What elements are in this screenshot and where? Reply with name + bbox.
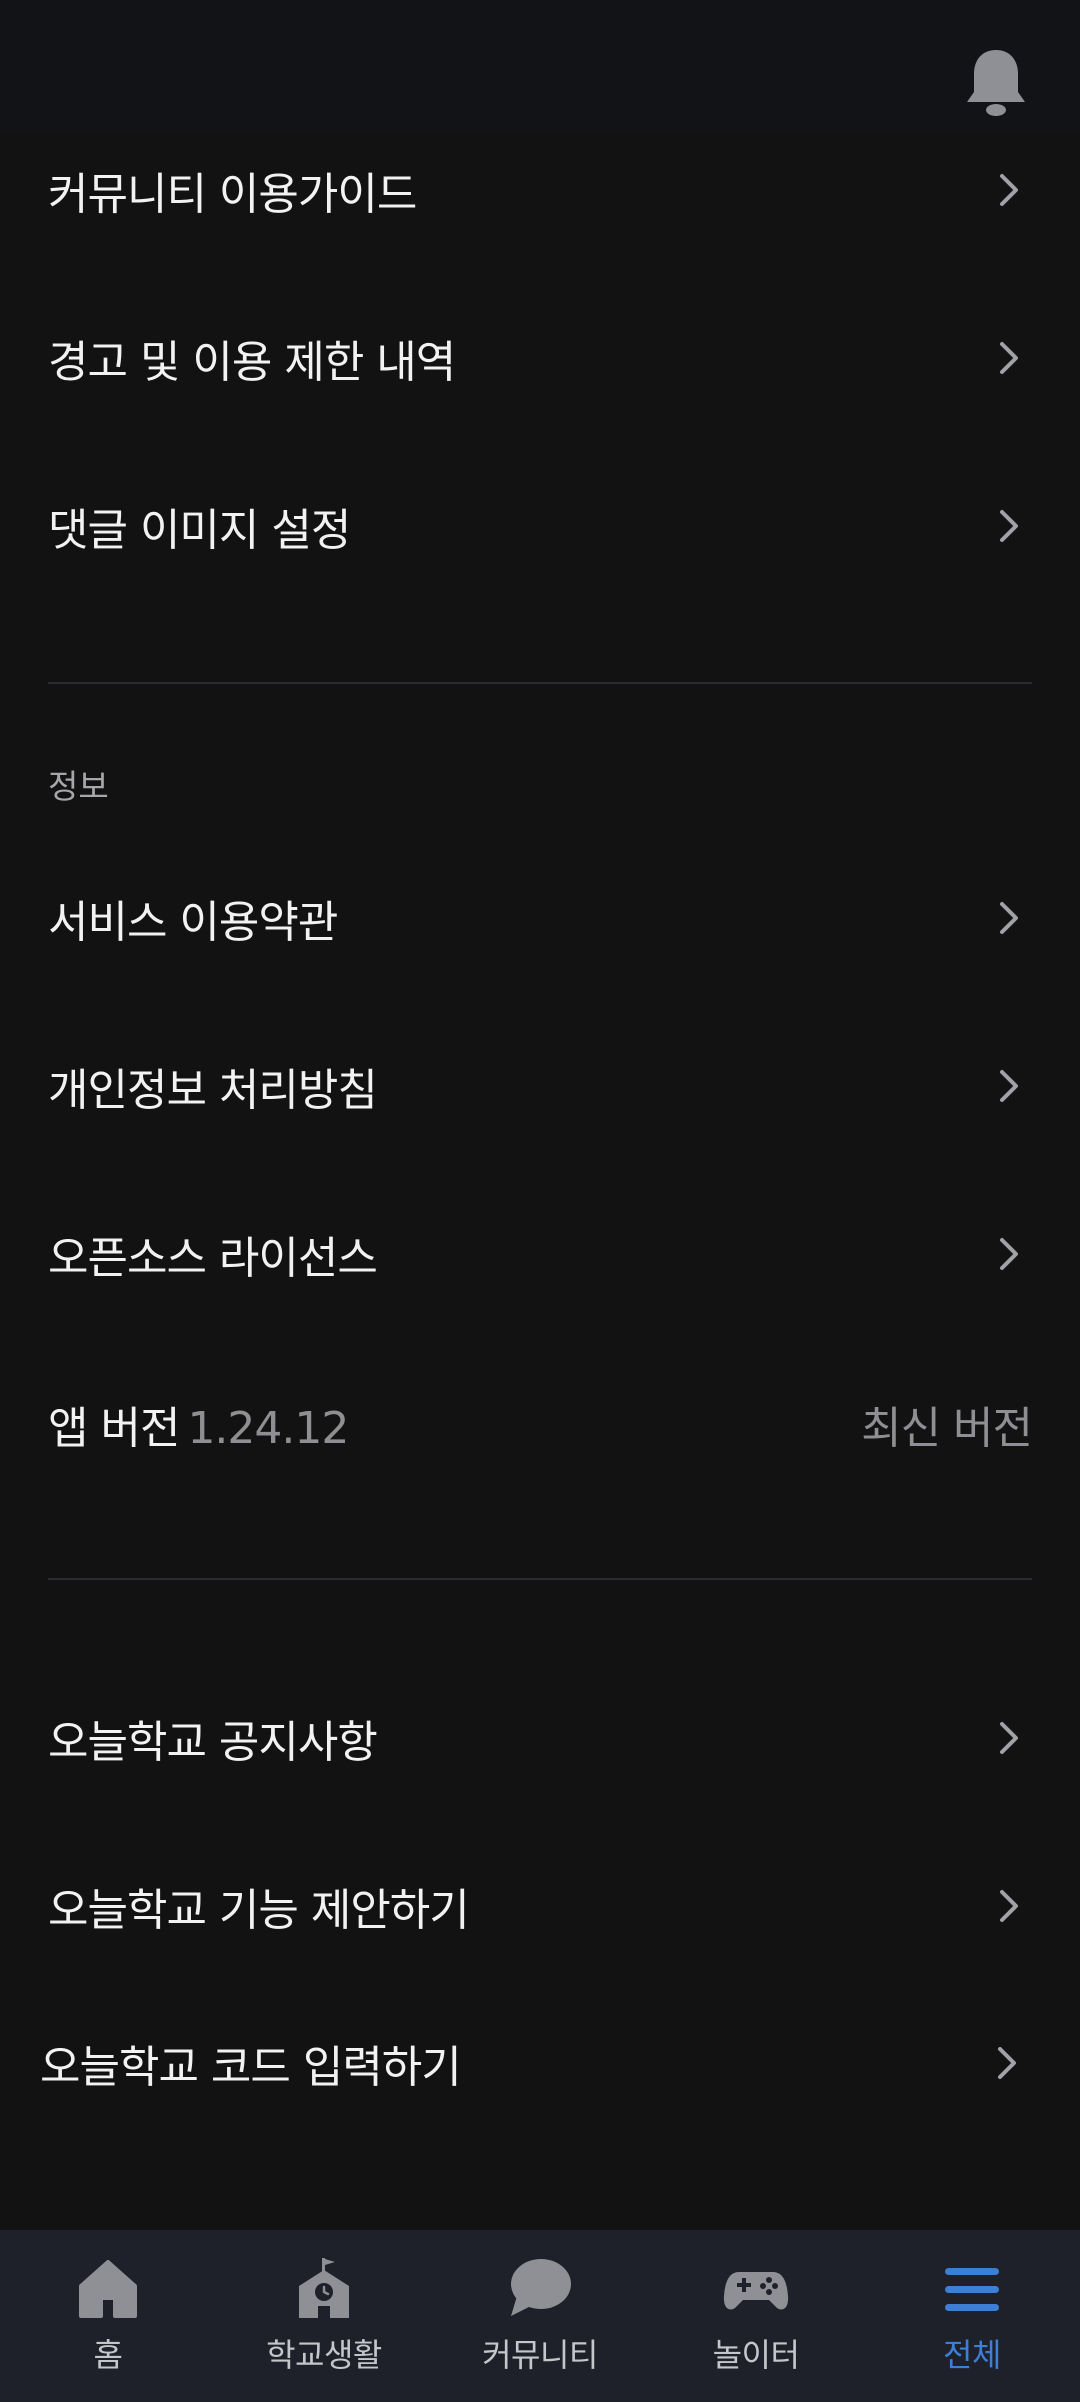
tab-home[interactable]: 홈: [0, 2230, 216, 2402]
menu-item-suggest-feature[interactable]: 오늘학교 기능 제안하기: [0, 1846, 1080, 1966]
menu-item-label: 커뮤니티 이용가이드: [48, 169, 417, 220]
menu-icon: [945, 2268, 999, 2311]
menu-item-label: 개인정보 처리방침: [48, 1065, 378, 1116]
version-label-text: 앱 버전: [48, 1403, 180, 1454]
menu-item-enter-code[interactable]: 오늘학교 코드 입력하기: [0, 2003, 1080, 2123]
tab-label: 전체: [943, 2336, 1001, 2374]
menu-item-label: 경고 및 이용 제한 내역: [48, 337, 456, 388]
tab-all[interactable]: 전체: [864, 2230, 1080, 2402]
tab-label: 놀이터: [712, 2336, 800, 2374]
gamepad-icon: [723, 2272, 789, 2310]
menu-item-label: 오늘학교 코드 입력하기: [40, 2042, 462, 2093]
chevron-right-icon: [998, 2047, 1016, 2079]
tab-playground[interactable]: 놀이터: [648, 2230, 864, 2402]
menu-item-warning-history[interactable]: 경고 및 이용 제한 내역: [0, 298, 1080, 418]
app-version-row: 앱 버전 1.24.12 최신 버전: [0, 1364, 1080, 1484]
menu-item-open-source[interactable]: 오픈소스 라이선스: [0, 1194, 1080, 1314]
section-divider: [48, 682, 1032, 684]
menu-item-label: 오늘학교 기능 제안하기: [48, 1885, 470, 1936]
bottom-tab-bar: 홈 학교생활 커뮤니티 놀이터 전체: [0, 2230, 1080, 2402]
section-divider: [48, 1578, 1032, 1580]
chevron-right-icon: [1000, 1722, 1018, 1754]
school-icon: [299, 2258, 349, 2318]
chevron-right-icon: [1000, 1238, 1018, 1270]
menu-item-label: 서비스 이용약관: [48, 897, 338, 948]
chevron-right-icon: [1000, 902, 1018, 934]
chevron-right-icon: [1000, 174, 1018, 206]
menu-item-privacy[interactable]: 개인정보 처리방침: [0, 1026, 1080, 1146]
chevron-right-icon: [1000, 510, 1018, 542]
section-title-info: 정보: [48, 767, 109, 806]
tab-label: 학교생활: [266, 2336, 382, 2374]
app-version-label: 앱 버전 1.24.12: [48, 1392, 349, 1456]
tab-school-life[interactable]: 학교생활: [216, 2230, 432, 2402]
chevron-right-icon: [1000, 1890, 1018, 1922]
menu-item-community-guide[interactable]: 커뮤니티 이용가이드: [0, 130, 1080, 250]
menu-item-terms[interactable]: 서비스 이용약관: [0, 858, 1080, 978]
menu-item-comment-image-settings[interactable]: 댓글 이미지 설정: [0, 466, 1080, 586]
home-icon: [79, 2260, 137, 2318]
menu-item-label: 댓글 이미지 설정: [48, 505, 351, 556]
menu-item-notices[interactable]: 오늘학교 공지사항: [0, 1678, 1080, 1798]
menu-item-label: 오픈소스 라이선스: [48, 1233, 378, 1284]
bell-icon[interactable]: [962, 46, 1030, 118]
chat-bubble-icon: [511, 2259, 571, 2316]
tab-label: 홈: [93, 2336, 123, 2374]
tab-label: 커뮤니티: [482, 2336, 598, 2374]
menu-item-label: 오늘학교 공지사항: [48, 1717, 378, 1768]
top-bar: [0, 0, 1080, 130]
version-number: 1.24.12: [187, 1403, 349, 1454]
chevron-right-icon: [1000, 342, 1018, 374]
version-status: 최신 버전: [861, 1403, 1033, 1454]
tab-community[interactable]: 커뮤니티: [432, 2230, 648, 2402]
chevron-right-icon: [1000, 1070, 1018, 1102]
